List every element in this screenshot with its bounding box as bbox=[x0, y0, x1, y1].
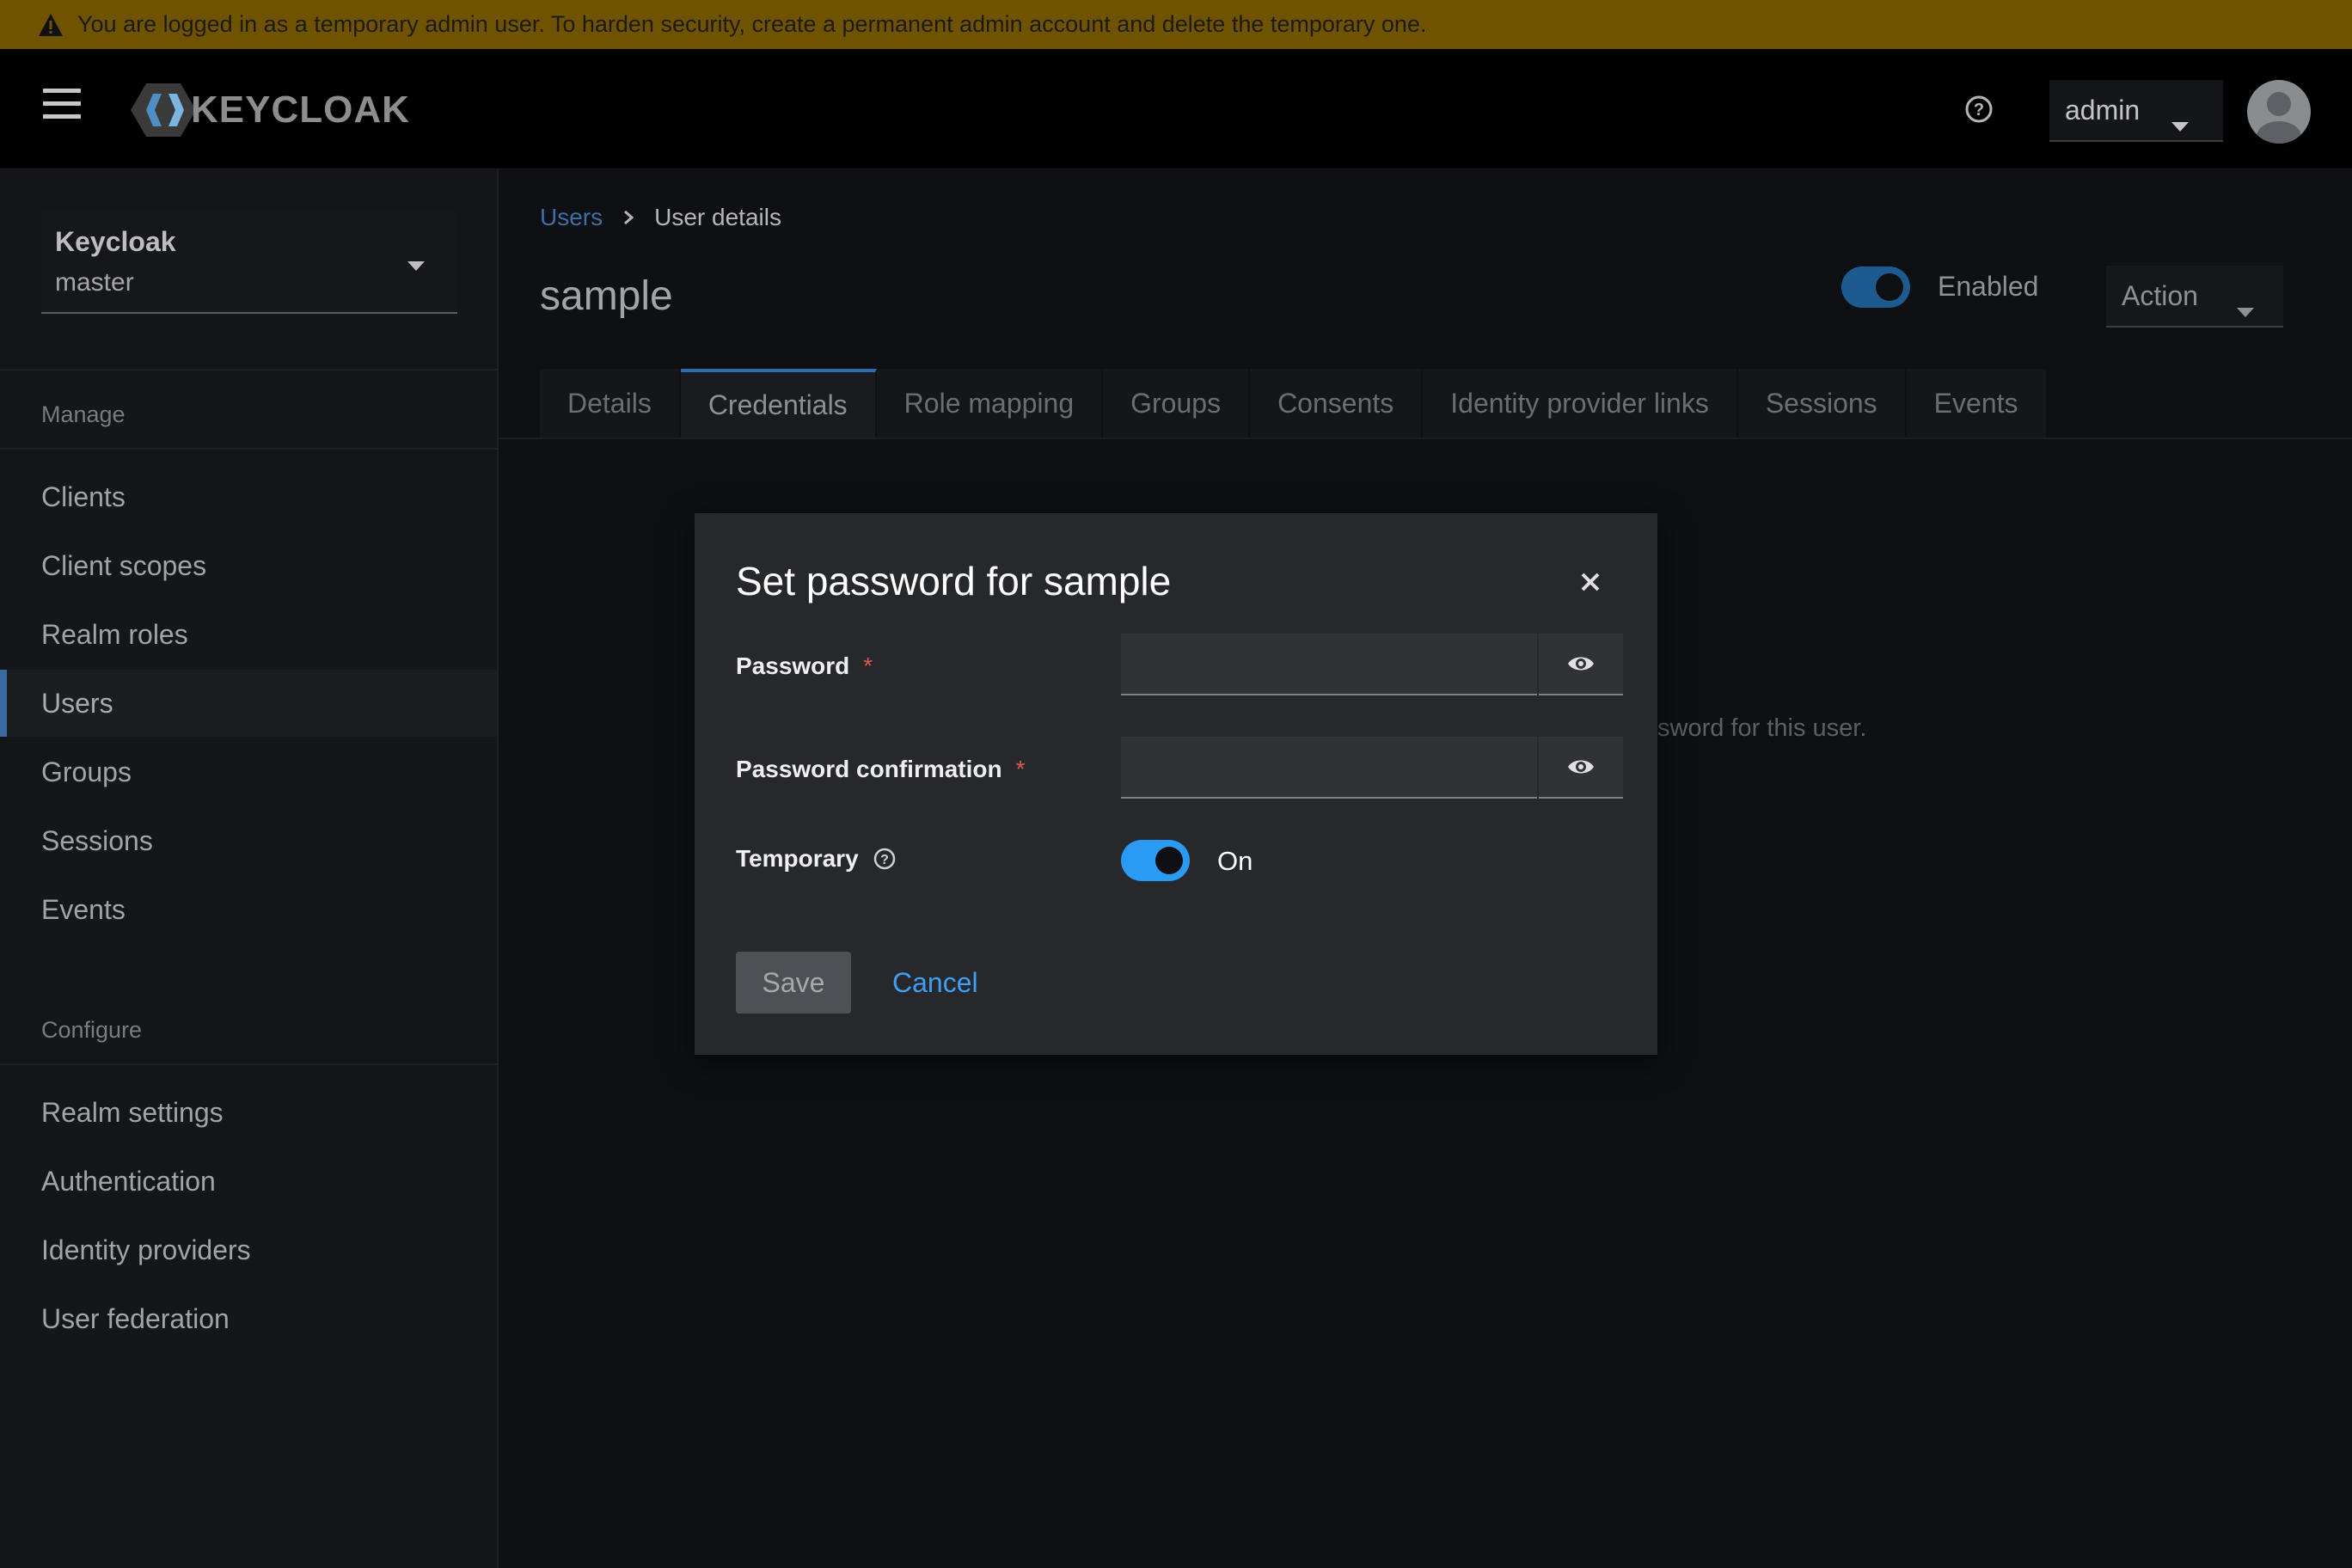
temporary-state-label: On bbox=[1217, 846, 1253, 876]
breadcrumb: Users User details bbox=[540, 204, 781, 231]
toggle-knob bbox=[1155, 847, 1183, 874]
sidebar: Keycloak master Manage Clients Client sc… bbox=[0, 169, 499, 1568]
caret-down-icon bbox=[2237, 293, 2254, 325]
svg-text:?: ? bbox=[880, 853, 889, 867]
empty-state-text: sword for this user. bbox=[1657, 714, 1867, 742]
realm-name: Keycloak bbox=[55, 226, 176, 257]
cancel-button[interactable]: Cancel bbox=[892, 967, 978, 999]
tab-credentials[interactable]: Credentials bbox=[680, 369, 877, 438]
page-title: sample bbox=[540, 273, 673, 319]
hamburger-menu-icon[interactable] bbox=[43, 89, 81, 123]
chevron-right-icon bbox=[623, 210, 634, 225]
toggle-knob bbox=[1876, 273, 1903, 301]
show-password-confirmation-button[interactable] bbox=[1539, 737, 1623, 799]
password-input[interactable] bbox=[1121, 634, 1537, 694]
enabled-label: Enabled bbox=[1938, 271, 2039, 302]
action-label: Action bbox=[2122, 279, 2198, 311]
show-password-button[interactable] bbox=[1539, 634, 1623, 695]
close-icon[interactable] bbox=[1575, 567, 1606, 597]
logo-text: KEYCLOAK bbox=[191, 89, 410, 131]
nav-divider bbox=[0, 1063, 497, 1065]
tab-consents[interactable]: Consents bbox=[1250, 369, 1424, 438]
sidebar-item-clients[interactable]: Clients bbox=[0, 463, 497, 530]
sidebar-item-realm-settings[interactable]: Realm settings bbox=[0, 1079, 497, 1146]
sidebar-item-groups[interactable]: Groups bbox=[0, 738, 497, 805]
required-mark: * bbox=[1015, 756, 1026, 782]
warning-icon bbox=[38, 13, 64, 37]
password-input-wrapper bbox=[1121, 634, 1537, 695]
tab-groups[interactable]: Groups bbox=[1103, 369, 1251, 438]
sidebar-item-client-scopes[interactable]: Client scopes bbox=[0, 532, 497, 599]
eye-icon bbox=[1568, 657, 1594, 671]
temporary-toggle[interactable] bbox=[1121, 840, 1190, 881]
password-label: Password * bbox=[736, 652, 873, 680]
required-mark: * bbox=[863, 652, 873, 679]
masthead: KEYCLOAK ? admin bbox=[0, 49, 2352, 169]
breadcrumb-users-link[interactable]: Users bbox=[540, 204, 603, 231]
sidebar-item-identity-providers[interactable]: Identity providers bbox=[0, 1216, 497, 1283]
help-circle-icon[interactable]: ? bbox=[873, 847, 897, 871]
nav-section-configure: Configure bbox=[41, 1017, 143, 1043]
keycloak-admin-console: You are logged in as a temporary admin u… bbox=[0, 0, 2352, 1568]
enabled-toggle[interactable] bbox=[1841, 266, 1910, 308]
password-confirmation-label-text: Password confirmation bbox=[736, 756, 1002, 782]
sidebar-item-users[interactable]: Users bbox=[0, 670, 497, 737]
password-confirmation-input[interactable] bbox=[1121, 737, 1537, 797]
set-password-modal: Set password for sample Password * Passw… bbox=[695, 513, 1657, 1055]
tab-events[interactable]: Events bbox=[1906, 369, 2048, 438]
tab-role-mapping[interactable]: Role mapping bbox=[876, 369, 1104, 438]
keycloak-logo-icon bbox=[131, 83, 196, 137]
tabs-divider bbox=[499, 438, 2352, 439]
sidebar-item-authentication[interactable]: Authentication bbox=[0, 1148, 497, 1215]
caret-down-icon bbox=[2171, 107, 2189, 139]
sidebar-item-events[interactable]: Events bbox=[0, 876, 497, 943]
tab-details[interactable]: Details bbox=[540, 369, 681, 438]
realm-selector[interactable]: Keycloak master bbox=[41, 211, 457, 314]
action-dropdown[interactable]: Action bbox=[2106, 266, 2283, 328]
temporary-admin-banner: You are logged in as a temporary admin u… bbox=[0, 0, 2352, 49]
help-circle-icon[interactable]: ? bbox=[1963, 94, 1994, 125]
sidebar-item-user-federation[interactable]: User federation bbox=[0, 1285, 497, 1352]
realm-value: master bbox=[55, 268, 134, 297]
keycloak-logo[interactable]: KEYCLOAK bbox=[131, 82, 410, 138]
password-label-text: Password bbox=[736, 652, 850, 679]
password-confirmation-label: Password confirmation * bbox=[736, 756, 1026, 783]
breadcrumb-current: User details bbox=[654, 204, 781, 230]
tab-identity-provider-links[interactable]: Identity provider links bbox=[1423, 369, 1738, 438]
user-tabs: Details Credentials Role mapping Groups … bbox=[540, 369, 2048, 438]
password-confirmation-input-wrapper bbox=[1121, 737, 1537, 799]
modal-title: Set password for sample bbox=[736, 559, 1172, 603]
caret-down-icon bbox=[407, 260, 425, 276]
banner-message: You are logged in as a temporary admin u… bbox=[77, 11, 1427, 37]
sidebar-item-realm-roles[interactable]: Realm roles bbox=[0, 601, 497, 668]
user-menu-label: admin bbox=[2065, 94, 2141, 126]
tab-sessions[interactable]: Sessions bbox=[1737, 369, 1907, 438]
temporary-label: Temporary ? bbox=[736, 845, 897, 873]
nav-divider bbox=[0, 448, 497, 450]
save-button[interactable]: Save bbox=[736, 952, 851, 1014]
svg-text:?: ? bbox=[1974, 101, 1984, 119]
nav-divider bbox=[0, 369, 497, 371]
user-menu-dropdown[interactable]: admin bbox=[2049, 80, 2223, 142]
eye-icon bbox=[1568, 760, 1594, 774]
user-avatar[interactable] bbox=[2247, 80, 2311, 144]
temporary-label-text: Temporary bbox=[736, 845, 859, 872]
sidebar-item-sessions[interactable]: Sessions bbox=[0, 807, 497, 874]
nav-section-manage: Manage bbox=[41, 401, 126, 427]
